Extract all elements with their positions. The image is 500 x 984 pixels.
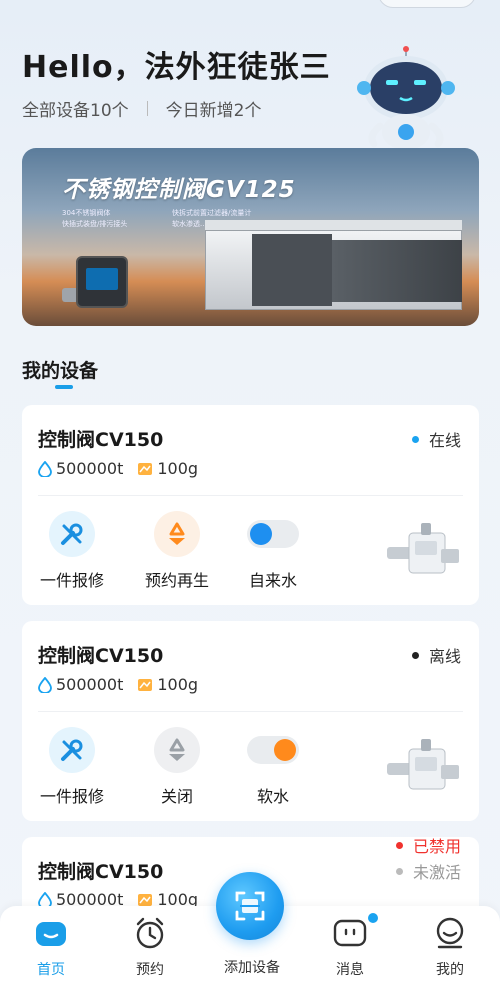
add-device-button[interactable] [216, 872, 284, 940]
status-badge: 离线 [411, 643, 461, 667]
robot-mascot-icon [357, 46, 455, 150]
add-device-label: 添加设备 [224, 960, 280, 976]
device-name: 控制阀CV150 [38, 645, 164, 667]
water-drop-icon [38, 460, 52, 477]
salt-icon [137, 678, 153, 692]
summary-divider [146, 101, 148, 116]
nav-home-label: 首页 [37, 962, 65, 978]
repair-label: 一件报修 [39, 787, 104, 806]
status-badge: 在线 [411, 427, 461, 451]
status-text: 在线 [428, 431, 461, 450]
card-divider [38, 495, 463, 496]
salt-amount: 100g [157, 459, 199, 478]
banner-feature: 快拆式前置过滤器/流量计 [172, 209, 252, 217]
valve-product-image [387, 739, 459, 790]
nav-booking[interactable]: 预约 [110, 916, 190, 979]
schedule-regen-label: 预约再生 [144, 571, 209, 590]
status-dot [395, 841, 403, 849]
water-mode-label: 软水 [256, 787, 289, 806]
message-badge [368, 913, 378, 923]
water-drop-icon [38, 676, 52, 693]
device-card[interactable]: 控制阀CV150 在线 500000t 100g 一件报修 预约再生 自来水 [22, 405, 479, 605]
status-text: 已禁用 [412, 837, 461, 856]
water-mode-toggle[interactable]: 软水 [233, 727, 313, 807]
status-badge: 未激活 [395, 859, 461, 883]
nav-booking-label: 预约 [136, 962, 164, 978]
wrench-icon [49, 727, 95, 773]
message-icon [333, 916, 367, 950]
salt-amount: 100g [157, 675, 199, 694]
top-edge-pill [378, 0, 476, 8]
scan-icon [235, 891, 265, 921]
recycle-icon [154, 727, 200, 773]
salt-icon [137, 893, 153, 907]
status-dot [411, 651, 419, 659]
nav-mine[interactable]: 我的 [410, 916, 490, 979]
status-text: 未激活 [412, 863, 461, 882]
section-underline [55, 385, 73, 389]
water-volume: 500000t [56, 675, 124, 694]
close-button[interactable]: 关闭 [137, 727, 217, 807]
repair-label: 一件报修 [39, 571, 104, 590]
status-text: 离线 [428, 647, 461, 666]
user-smile-icon [433, 916, 467, 950]
alarm-clock-icon [133, 916, 167, 950]
status-dot [411, 435, 419, 443]
section-title: 我的设备 [22, 360, 99, 382]
machine-image [252, 234, 332, 306]
schedule-regen-button[interactable]: 预约再生 [137, 511, 217, 591]
device-stats: 500000t 100g [38, 459, 212, 478]
valve-product-image [387, 523, 459, 574]
status-badge: 已禁用 [395, 833, 461, 857]
banner-feature: 软水渗透... [172, 220, 207, 228]
device-card[interactable]: 控制阀CV150 离线 500000t 100g 一件报修 关闭 软水 [22, 621, 479, 821]
greeting-title: Hello，法外狂徒张三 [22, 50, 331, 85]
mode-switch[interactable] [247, 520, 299, 548]
valve-device-image [76, 256, 128, 308]
device-name: 控制阀CV150 [38, 861, 164, 883]
salt-icon [137, 462, 153, 476]
home-icon [34, 916, 68, 950]
all-devices-count[interactable]: 全部设备10个 [22, 96, 129, 121]
close-label: 关闭 [160, 787, 193, 806]
nav-messages[interactable]: 消息 [310, 916, 390, 979]
device-stats: 500000t 100g [38, 675, 212, 694]
device-name: 控制阀CV150 [38, 429, 164, 451]
banner-feature: 快插式装盘/排污接头 [62, 220, 128, 228]
nav-messages-label: 消息 [336, 962, 364, 978]
mode-switch[interactable] [247, 736, 299, 764]
water-mode-toggle[interactable]: 自来水 [233, 511, 313, 591]
status-dot [395, 867, 403, 875]
wrench-icon [49, 511, 95, 557]
recycle-icon [154, 511, 200, 557]
nav-mine-label: 我的 [436, 962, 464, 978]
banner-title: 不锈钢控制阀GV125 [62, 177, 296, 203]
card-divider [38, 711, 463, 712]
water-volume: 500000t [56, 459, 124, 478]
banner-feature: 304不锈钢阀体 [62, 209, 111, 217]
device-summary: 全部设备10个 今日新增2个 [22, 96, 261, 121]
repair-button[interactable]: 一件报修 [32, 727, 112, 807]
repair-button[interactable]: 一件报修 [32, 511, 112, 591]
nav-home[interactable]: 首页 [11, 916, 91, 979]
promo-banner[interactable]: 不锈钢控制阀GV125 304不锈钢阀体 快插式装盘/排污接头 快拆式前置过滤器… [22, 148, 479, 326]
machine-image [332, 240, 462, 302]
new-today-count: 今日新增2个 [165, 101, 262, 121]
water-mode-label: 自来水 [248, 571, 297, 590]
